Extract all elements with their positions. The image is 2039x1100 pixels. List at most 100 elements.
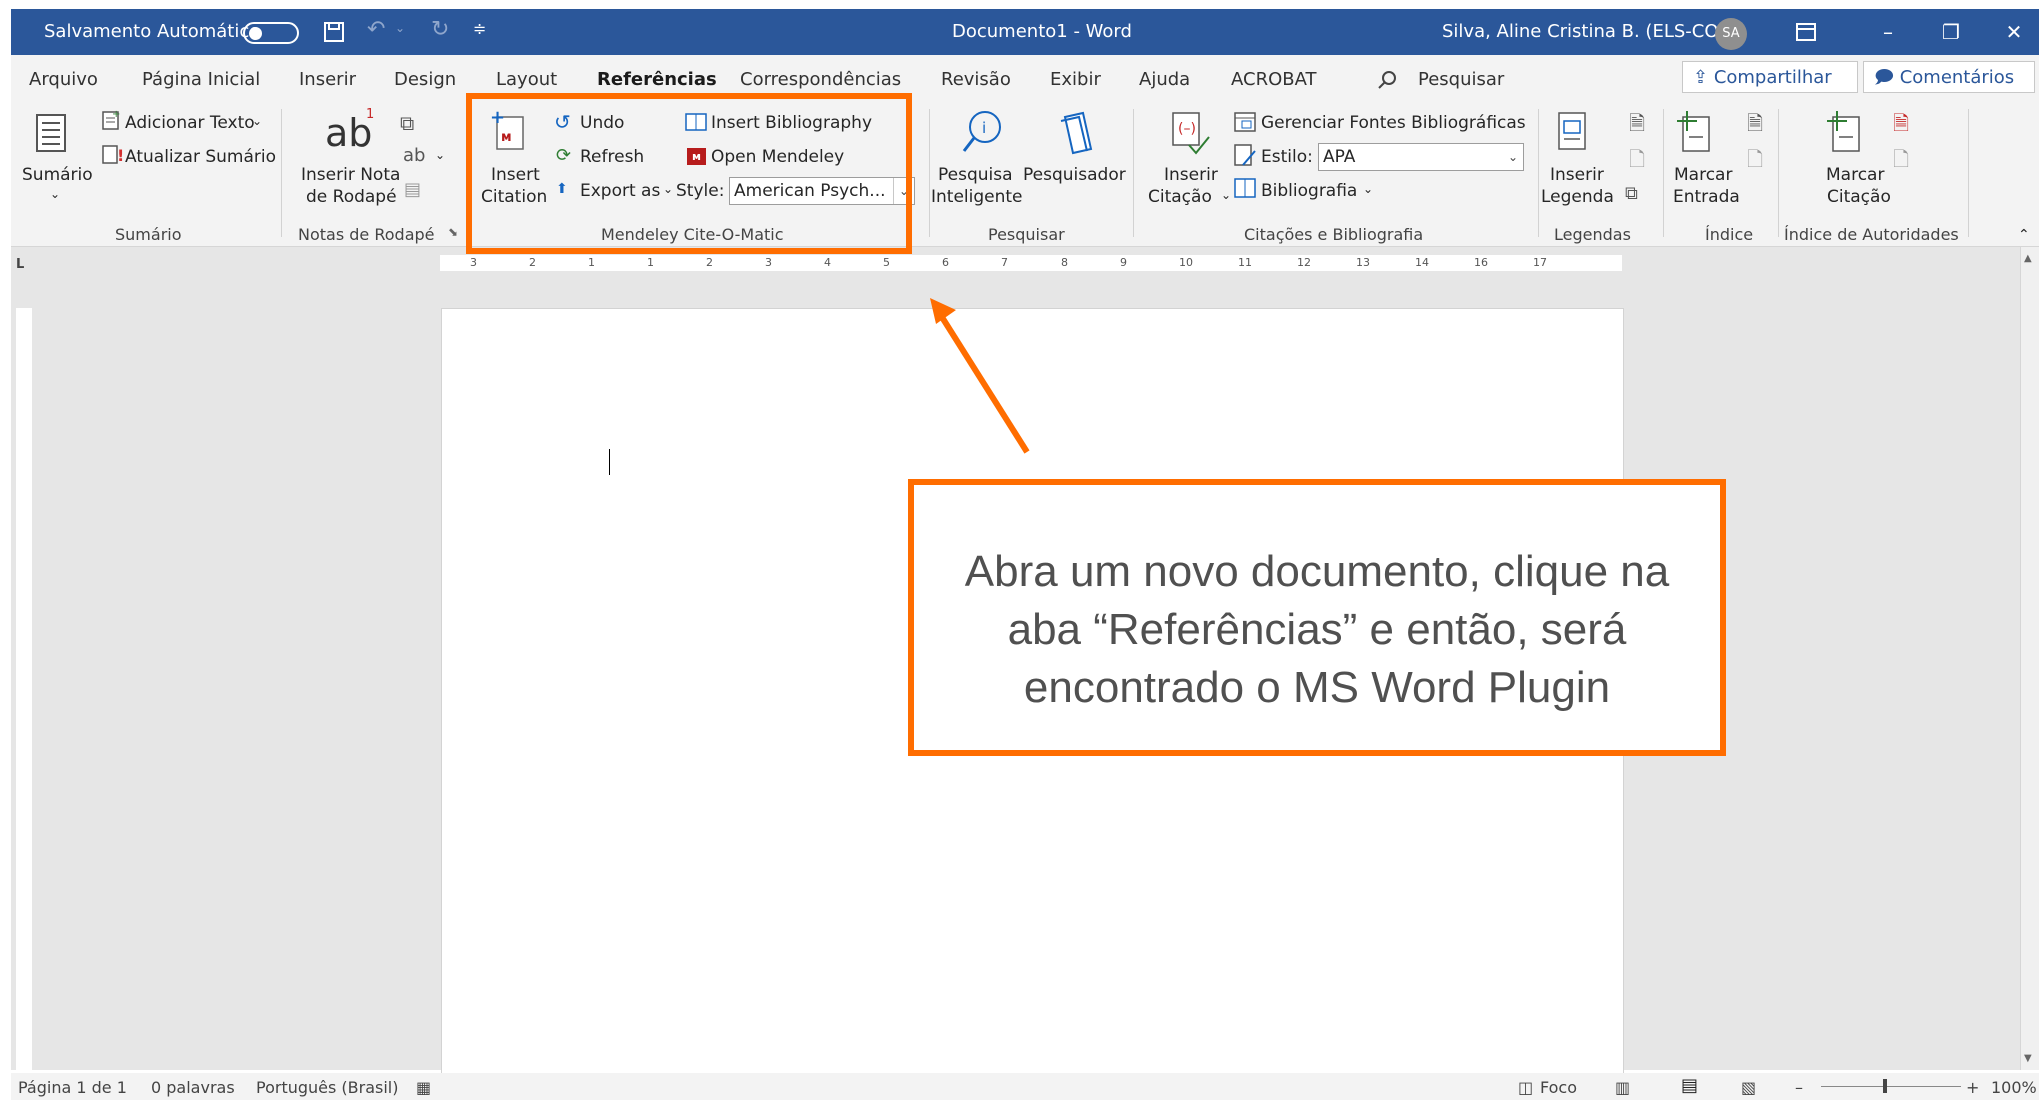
focus-mode-button[interactable]: Foco xyxy=(1540,1078,1577,1097)
chevron-down-icon: ⌄ xyxy=(1221,188,1232,202)
update-authorities-table-icon[interactable]: 🗋 xyxy=(1893,145,1909,179)
search-icon[interactable] xyxy=(1377,70,1397,90)
vertical-ruler[interactable] xyxy=(16,308,32,1072)
scroll-up-icon[interactable]: ▲ xyxy=(2024,253,2032,264)
language-indicator[interactable]: Português (Brasil) xyxy=(256,1078,399,1097)
ruler-tick-label: 13 xyxy=(1356,256,1370,269)
tab-acrobat[interactable]: ACROBAT xyxy=(1231,69,1317,90)
group-label-autoridades: Índice de Autoridades xyxy=(1784,225,1959,244)
redo-icon[interactable]: ↻ xyxy=(431,17,449,42)
tab-arquivo[interactable]: Arquivo xyxy=(29,69,98,90)
collapse-ribbon-icon[interactable]: ⌃ xyxy=(2018,227,2030,243)
tab-inserir[interactable]: Inserir xyxy=(299,69,356,90)
undo-icon[interactable]: ↶ xyxy=(367,17,385,42)
chevron-down-icon[interactable]: ⌄ xyxy=(435,148,445,162)
scroll-down-icon[interactable]: ▼ xyxy=(2024,1053,2032,1064)
ruler-tick-label: 6 xyxy=(942,256,949,269)
dialog-launcher-icon[interactable]: ⬊ xyxy=(448,225,458,239)
mark-entry-icon xyxy=(1677,111,1710,152)
autosave-label: Salvamento Automático xyxy=(44,21,261,42)
group-label-citacoes: Citações e Bibliografia xyxy=(1244,225,1424,244)
ruler-tick-label: 12 xyxy=(1297,256,1311,269)
svg-text:i: i xyxy=(982,119,986,137)
avatar[interactable]: SA xyxy=(1715,18,1747,50)
page-count[interactable]: Página 1 de 1 xyxy=(18,1078,127,1097)
mendeley-highlight-box xyxy=(466,93,912,254)
comments-button[interactable]: 🗩 Comentários xyxy=(1863,61,2035,93)
instruction-callout: Abra um novo documento, clique na aba “R… xyxy=(908,479,1726,756)
mark-citation-label-2: Citação xyxy=(1827,187,1891,207)
tab-selector-icon[interactable]: L xyxy=(16,257,24,272)
read-mode-icon[interactable]: ▥ xyxy=(1615,1078,1630,1097)
group-label-indice: Índice xyxy=(1705,225,1754,244)
search-box[interactable]: Pesquisar xyxy=(1418,69,1504,90)
undo-dropdown-icon[interactable]: ⌄ xyxy=(395,21,405,35)
zoom-slider-thumb[interactable] xyxy=(1883,1079,1887,1093)
insert-authorities-table-icon[interactable]: 🗎 xyxy=(1893,109,1909,143)
accessibility-icon[interactable]: ▦ xyxy=(416,1078,431,1097)
tab-layout[interactable]: Layout xyxy=(496,69,557,90)
researcher-icon xyxy=(1060,111,1093,155)
zoom-in-icon[interactable]: + xyxy=(1966,1078,1979,1097)
zoom-level[interactable]: 100% xyxy=(1991,1078,2037,1097)
insert-citation-word-label-1: Inserir xyxy=(1164,165,1218,185)
web-layout-icon[interactable]: ▧ xyxy=(1741,1078,1756,1097)
menu-tabs: Arquivo Página Inicial Inserir Design La… xyxy=(11,55,2039,99)
bibliography-label: Bibliografia xyxy=(1261,181,1358,201)
ruler-tick-label: 4 xyxy=(824,256,831,269)
smart-lookup-label-2: Inteligente xyxy=(931,187,1023,207)
ribbon-display-icon[interactable] xyxy=(1796,23,1816,41)
vertical-scrollbar[interactable]: ▲ ▼ xyxy=(2020,247,2039,1070)
update-table-icon[interactable]: 🗋 xyxy=(1629,145,1645,179)
zoom-slider[interactable] xyxy=(1821,1086,1961,1087)
insert-caption-icon xyxy=(1558,112,1586,150)
update-toc-icon: ! xyxy=(102,145,124,165)
customize-toolbar-icon[interactable]: ≑ xyxy=(473,19,486,38)
chevron-down-icon: ⌄ xyxy=(1363,182,1374,196)
close-icon[interactable]: ✕ xyxy=(1994,17,2034,47)
ruler-tick-label: 8 xyxy=(1061,256,1068,269)
superscript-icon: 1 xyxy=(366,107,375,122)
add-text-icon: + xyxy=(102,109,120,130)
callout-line-2: aba “Referências” e então, será xyxy=(1007,605,1627,654)
zoom-out-icon[interactable]: – xyxy=(1795,1078,1803,1097)
tab-revisao[interactable]: Revisão xyxy=(941,69,1011,90)
autosave-toggle[interactable] xyxy=(243,22,299,44)
chevron-down-icon: ⌄ xyxy=(1507,150,1519,164)
word-count[interactable]: 0 palavras xyxy=(151,1078,235,1097)
researcher-label: Pesquisador xyxy=(1023,165,1126,185)
insert-endnote-icon[interactable]: ⧉ xyxy=(400,111,414,135)
update-index-icon[interactable]: 🗋 xyxy=(1747,145,1763,179)
insert-index-icon[interactable]: 🗎 xyxy=(1747,109,1763,143)
horizontal-ruler[interactable]: 3 2 1 1 2 3 4 5 6 7 8 9 10 11 12 13 14 16 17 xyxy=(440,255,1622,271)
ruler-tick-label: 2 xyxy=(529,256,536,269)
user-name[interactable]: Silva, Aline Cristina B. (ELS-CON) xyxy=(1442,21,1739,42)
table-of-figures-icon[interactable]: 🗎 xyxy=(1629,109,1645,143)
chevron-down-icon: ⌄ xyxy=(252,114,263,128)
print-layout-icon[interactable]: ▤ xyxy=(1681,1075,1698,1096)
ruler-tick-label: 1 xyxy=(588,256,595,269)
insert-footnote-label-1: Inserir Nota xyxy=(301,165,401,185)
next-footnote-icon[interactable]: ab xyxy=(403,145,425,166)
ruler-tick-label: 17 xyxy=(1533,256,1547,269)
tab-correspondencias[interactable]: Correspondências xyxy=(740,69,901,90)
insert-footnote-label-2: de Rodapé xyxy=(306,187,397,207)
mark-entry-label-2: Entrada xyxy=(1673,187,1740,207)
tab-referencias[interactable]: Referências xyxy=(597,69,717,90)
minimize-icon[interactable]: – xyxy=(1868,17,1908,47)
tab-design[interactable]: Design xyxy=(394,69,456,90)
cross-reference-icon[interactable]: ⧉ xyxy=(1625,183,1638,204)
tab-pagina-inicial[interactable]: Página Inicial xyxy=(142,69,260,90)
group-label-pesquisar: Pesquisar xyxy=(988,225,1065,244)
style-icon xyxy=(1234,144,1256,166)
tab-exibir[interactable]: Exibir xyxy=(1050,69,1101,90)
ruler-tick-label: 11 xyxy=(1238,256,1252,269)
tab-ajuda[interactable]: Ajuda xyxy=(1139,69,1190,90)
title-bar: Salvamento Automático ↶ ⌄ ↻ ≑ Documento1… xyxy=(11,9,2039,55)
show-notes-icon[interactable]: ▤ xyxy=(404,179,421,200)
share-button[interactable]: ⇪ Compartilhar xyxy=(1682,61,1858,93)
bibliography-style-select[interactable]: APA ⌄ xyxy=(1318,143,1524,171)
manage-sources-icon xyxy=(1234,112,1256,132)
save-icon[interactable] xyxy=(323,21,345,43)
restore-icon[interactable]: ❐ xyxy=(1931,17,1971,47)
